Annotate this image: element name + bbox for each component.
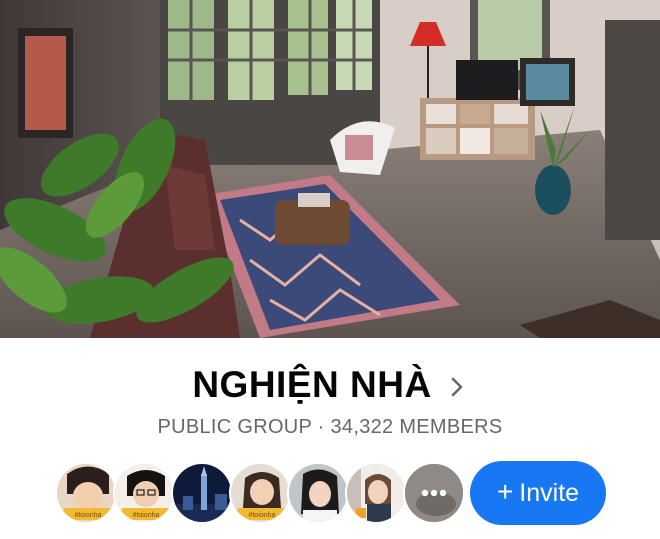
invite-label: Invite xyxy=(519,478,580,507)
member-avatar[interactable] xyxy=(171,462,233,524)
member-avatar[interactable] xyxy=(287,462,349,524)
more-members-button[interactable] xyxy=(403,462,465,524)
more-dots-icon xyxy=(405,464,463,522)
member-avatar[interactable]: #toionha xyxy=(229,462,291,524)
cover-photo[interactable] xyxy=(0,0,660,338)
member-avatar[interactable]: #toionha xyxy=(113,462,175,524)
group-name[interactable]: NGHIỆN NHÀ xyxy=(192,364,431,406)
member-avatar[interactable]: #toionha xyxy=(55,462,117,524)
chevron-right-icon[interactable] xyxy=(446,376,468,398)
plus-icon: + xyxy=(496,476,514,507)
member-badge: #toionha xyxy=(249,512,276,519)
member-avatar[interactable] xyxy=(345,462,407,524)
member-avatars[interactable]: #toionha #toionha #toionha xyxy=(55,461,465,525)
group-title-row[interactable]: NGHIỆN NHÀ xyxy=(0,360,660,410)
group-meta: PUBLIC GROUP · 34,322 MEMBERS xyxy=(157,416,503,438)
invite-button[interactable]: + Invite xyxy=(470,461,606,525)
member-badge: #toionha xyxy=(133,512,160,519)
member-badge: #toionha xyxy=(75,512,102,519)
